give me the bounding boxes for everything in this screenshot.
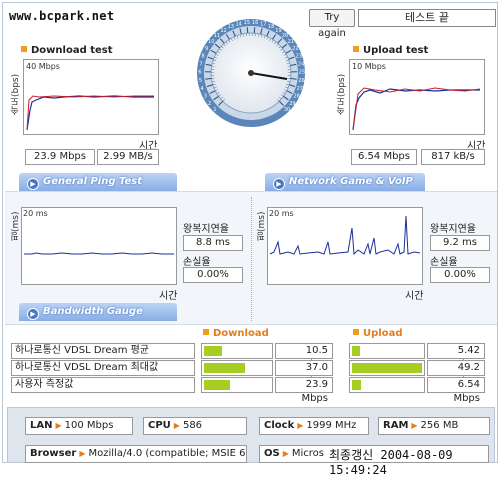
- clock-info: Clock▶1999 MHz: [259, 417, 369, 435]
- gauge-tick-label: 17: [260, 22, 266, 28]
- download-value: 23.9 Mbps: [275, 377, 333, 393]
- gauge-tick-label: 3: [204, 94, 207, 100]
- upload-bar: [349, 377, 425, 393]
- download-scale: 40 Mbps: [26, 62, 60, 71]
- download-bar: [201, 343, 273, 359]
- gauge-tick-label: 2: [208, 101, 211, 107]
- general-ping-test-header[interactable]: ▶General Ping Test: [19, 173, 177, 191]
- upload-bar-fill: [352, 346, 360, 356]
- download-bar: [201, 377, 273, 393]
- ping-rtt-value: 8.8 ms: [183, 235, 243, 251]
- gauge-tick-label: 15: [244, 20, 250, 26]
- play-icon: ▶: [27, 308, 39, 320]
- download-ylabel: 속도(bps): [9, 65, 22, 115]
- main-window: www.bcpark.net Try again 테스트 끝 Download …: [2, 2, 498, 463]
- game-loss-value: 0.00%: [430, 267, 490, 283]
- game-scale: 20 ms: [269, 209, 294, 218]
- bandwidth-download-header: Download: [203, 328, 269, 339]
- gauge-tick-label: 30: [284, 107, 290, 113]
- watermark: www.bcpark.net: [9, 9, 114, 23]
- game-graph: [267, 207, 423, 285]
- gauge-tick-label: 23: [296, 53, 302, 59]
- gauge-tick-label: 8: [202, 53, 205, 59]
- upload-value: 6.54 Mbps: [427, 377, 485, 393]
- gauge-tick-label: 26: [298, 78, 304, 84]
- bandwidth-row-label: 사용자 측정값: [11, 377, 195, 393]
- download-bar: [201, 360, 273, 376]
- play-icon: ▶: [27, 178, 39, 190]
- upload-ylabel: 속도(bps): [335, 65, 348, 115]
- gauge-tick-label: 1: [213, 107, 216, 113]
- bandwidth-gauge-header[interactable]: ▶Bandwidth Gauge: [19, 303, 177, 321]
- download-bar-fill: [204, 380, 230, 390]
- timestamp: 최종갱신 2004-08-09 15:49:24: [329, 446, 497, 477]
- game-rtt-value: 9.2 ms: [430, 235, 490, 251]
- download-bar-fill: [204, 363, 245, 373]
- gauge-tick-label: 24: [298, 61, 304, 67]
- ping-loss-label: 손실율: [183, 253, 211, 268]
- upload-value: 49.2 Mbps: [427, 360, 485, 376]
- upload-kbs: 817 kB/s: [421, 149, 485, 165]
- upload-bar-fill: [352, 363, 422, 373]
- download-test-title: Download test: [21, 45, 113, 56]
- ping-scale: 20 ms: [23, 209, 48, 218]
- try-again-button[interactable]: Try again: [309, 9, 355, 27]
- upload-scale: 10 Mbps: [352, 62, 386, 71]
- network-game-test-header[interactable]: ▶Network Game & VoIP Test: [265, 173, 425, 191]
- download-value: 10.5 Mbps: [275, 343, 333, 359]
- gauge-tick-label: 5: [199, 78, 202, 84]
- gauge-tick-label: 19: [275, 28, 281, 34]
- gauge-tick-label: 6: [198, 70, 201, 76]
- gauge-tick-label: 18: [268, 24, 274, 30]
- ping-graph: [21, 207, 177, 285]
- gauge-tick-label: 7: [199, 61, 202, 67]
- upload-bar-fill: [352, 380, 361, 390]
- bandwidth-upload-header: Upload: [353, 328, 402, 339]
- lan-info: LAN▶100 Mbps: [25, 417, 133, 435]
- browser-info: Browser▶Mozilla/4.0 (compatible; MSIE 6.…: [25, 445, 247, 463]
- ping-rtt-label: 왕복지연율: [183, 220, 229, 235]
- panel-divider: [251, 197, 252, 321]
- gauge-tick-label: 21: [288, 39, 294, 45]
- upload-mbps: 6.54 Mbps: [351, 149, 417, 165]
- gauge-tick-label: 25: [299, 70, 305, 76]
- gauge-tick-label: 14: [236, 22, 242, 28]
- bandwidth-row-label: 하나로통신 VDSL Dream 평균: [11, 343, 195, 359]
- gauge-tick-label: 22: [292, 46, 298, 52]
- upload-value: 5.42 Mbps: [427, 343, 485, 359]
- upload-bar: [349, 343, 425, 359]
- gauge-tick-label: 4: [201, 86, 204, 92]
- cpu-info: CPU▶586: [143, 417, 247, 435]
- download-mbs: 2.99 MB/s: [97, 149, 159, 165]
- download-value: 37.0 Mbps: [275, 360, 333, 376]
- upload-test-title: Upload test: [353, 45, 428, 56]
- game-rtt-label: 왕복지연율: [430, 220, 476, 235]
- bandwidth-row-label: 하나로통신 VDSL Dream 최대값: [11, 360, 195, 376]
- gauge-tick-label: 28: [294, 94, 300, 100]
- gauge-tick-label: 11: [214, 33, 220, 39]
- ping-xlabel: 시간: [159, 287, 177, 302]
- ping-loss-value: 0.00%: [183, 267, 243, 283]
- gauge-tick-label: 12: [220, 28, 226, 34]
- gauge-tick-label: 10: [208, 39, 214, 45]
- gauge-tick-label: 29: [289, 101, 295, 107]
- play-icon: ▶: [273, 178, 285, 190]
- game-loss-label: 손실율: [430, 253, 458, 268]
- gauge-tick-label: 27: [297, 86, 303, 92]
- gauge-tick-label: 16: [252, 20, 258, 26]
- game-xlabel: 시간: [405, 287, 423, 302]
- gauge-tick-label: 13: [228, 24, 234, 30]
- end-test-button[interactable]: 테스트 끝: [358, 9, 496, 27]
- download-mbps: 23.9 Mbps: [25, 149, 95, 165]
- upload-bar: [349, 360, 425, 376]
- ram-info: RAM▶256 MB: [378, 417, 490, 435]
- speed-gauge: 1234567891011121314151617181920212223242…: [195, 17, 307, 129]
- gauge-tick-label: 9: [205, 46, 208, 52]
- download-bar-fill: [204, 346, 222, 356]
